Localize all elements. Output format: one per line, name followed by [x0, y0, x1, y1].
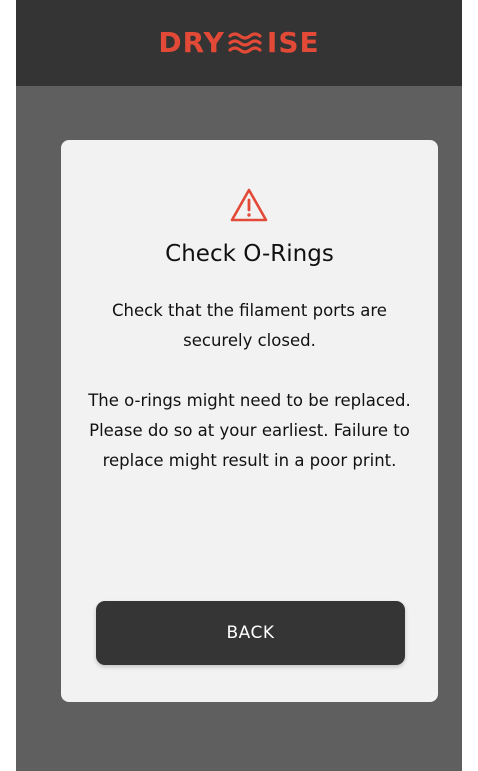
- app-header: DRY ISE: [16, 0, 462, 86]
- brand-logo: DRY ISE: [158, 29, 319, 57]
- warning-dialog: Check O-Rings Check that the filament po…: [61, 140, 438, 702]
- dialog-title: Check O-Rings: [165, 241, 334, 267]
- warning-triangle-icon: [230, 188, 268, 222]
- back-button[interactable]: BACK: [96, 601, 405, 665]
- logo-text-left: DRY: [158, 26, 225, 59]
- logo-text-right: ISE: [266, 26, 320, 59]
- logo-wave-icon: [228, 32, 262, 54]
- app-screen: DRY ISE Check O-Rings Check that the fil…: [16, 0, 462, 771]
- dialog-message-ports: Check that the filament ports are secure…: [112, 301, 387, 350]
- dialog-message-orings: The o-rings might need to be replaced. P…: [88, 391, 411, 470]
